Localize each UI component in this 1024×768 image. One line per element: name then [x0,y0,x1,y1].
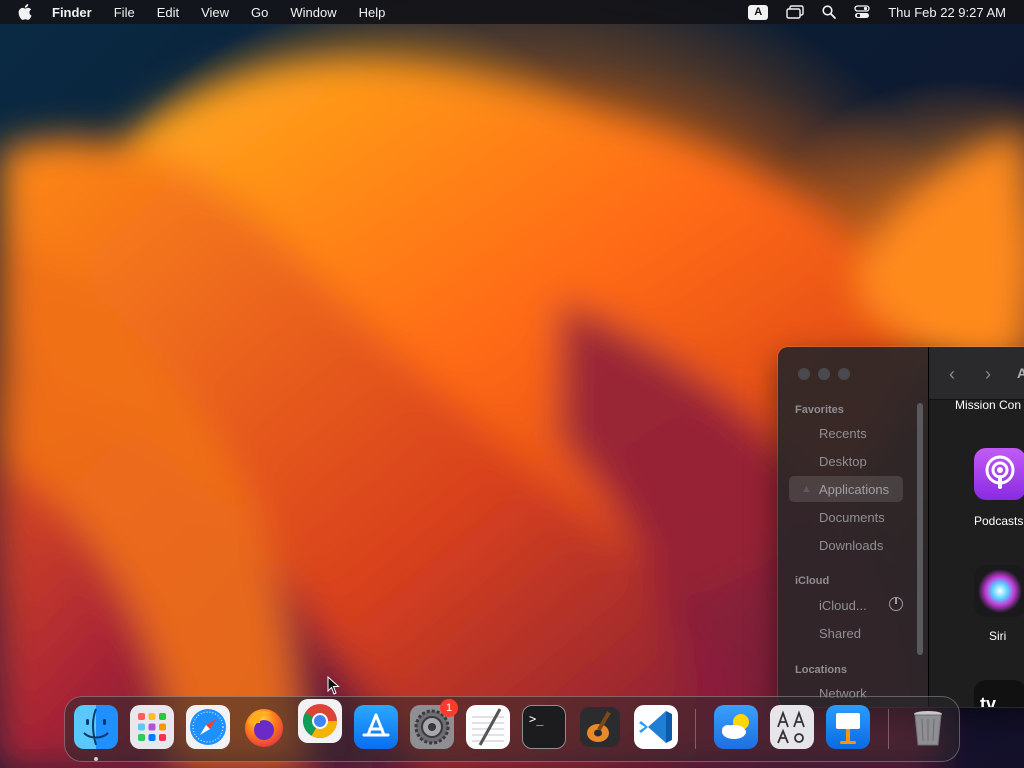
icloud-sync-progress-icon [889,597,903,611]
firefox-icon[interactable] [242,705,286,749]
notification-badge: 1 [440,699,458,717]
menu-view[interactable]: View [201,5,229,20]
weather-icon[interactable] [714,705,758,749]
app-label-siri[interactable]: Siri [989,629,1006,643]
chrome-icon[interactable] [298,699,342,743]
podcasts-app-icon[interactable] [974,448,1024,500]
menu-help[interactable]: Help [359,5,386,20]
siri-app-icon[interactable] [974,565,1024,617]
window-controls [798,368,858,380]
sidebar-item-label: Shared [819,625,861,641]
dock: 1 >_ [64,696,960,762]
menu-app-finder[interactable]: Finder [52,5,92,20]
app-label-mission-control[interactable]: Mission Con [955,398,1021,412]
finder-content: ‹ › A Mission Con Podcasts Siri tv TV [928,347,1024,707]
menu-go[interactable]: Go [251,5,268,20]
safari-icon[interactable] [186,705,230,749]
sidebar-item-recents[interactable]: Recents [789,420,903,446]
font-book-icon[interactable] [770,705,814,749]
trash-icon[interactable] [906,705,950,749]
close-window-button[interactable] [798,368,810,380]
terminal-prompt-glyph: >_ [529,712,544,726]
sidebar-heading-locations: Locations [795,664,847,676]
dock-separator [888,709,889,749]
menu-file[interactable]: File [114,5,135,20]
menubar-clock[interactable]: Thu Feb 22 9:27 AM [888,5,1006,20]
apple-menu-icon[interactable] [18,4,34,20]
sidebar-item-documents[interactable]: Documents [789,504,903,530]
vscode-icon[interactable] [634,705,678,749]
garageband-icon[interactable] [578,705,622,749]
finder-toolbar: ‹ › A [929,347,1024,400]
system-settings-icon[interactable]: 1 [410,699,458,749]
applications-icon: ▲ [801,483,812,495]
menu-bar: Finder File Edit View Go Window Help A T… [0,0,1024,24]
sidebar-scrollbar[interactable] [917,403,923,655]
tv-app-glyph: tv [980,694,997,707]
sidebar-heading-icloud: iCloud [795,575,830,587]
sidebar-item-applications[interactable]: ▲ Applications [789,476,903,502]
sidebar-item-label: Recents [819,425,867,441]
textedit-icon[interactable] [466,705,510,749]
mouse-cursor-icon [327,676,340,695]
dock-separator [695,709,696,749]
spotlight-search-icon[interactable] [822,5,837,19]
control-center-icon[interactable] [854,5,870,19]
sidebar-item-label: Desktop [819,453,867,469]
input-source-icon[interactable]: A [748,4,769,20]
back-button[interactable]: ‹ [949,364,955,385]
keynote-icon[interactable] [826,705,870,749]
terminal-icon[interactable]: >_ [522,705,566,749]
sidebar-item-downloads[interactable]: Downloads [789,532,903,558]
window-title: A [1017,365,1024,381]
sidebar-item-desktop[interactable]: Desktop [789,448,903,474]
app-store-icon[interactable] [354,705,398,749]
launchpad-icon[interactable] [130,705,174,749]
sidebar-item-label: Documents [819,509,885,525]
menu-window[interactable]: Window [290,5,336,20]
sidebar-item-label: iCloud... [819,597,867,613]
sidebar-item-icloud-drive[interactable]: iCloud... [789,592,903,618]
sidebar-heading-favorites: Favorites [795,404,844,416]
sidebar-item-label: Downloads [819,537,884,553]
sidebar-item-shared[interactable]: Shared [789,620,903,646]
finder-icon[interactable] [74,705,118,749]
tv-app-icon[interactable]: tv [974,680,1024,707]
finder-sidebar: Favorites Recents Desktop ▲ Applications… [778,347,928,707]
finder-running-indicator [94,757,98,761]
zoom-window-button[interactable] [838,368,850,380]
screen-mirroring-icon[interactable] [786,5,804,19]
app-label-podcasts[interactable]: Podcasts [974,514,1023,528]
finder-window[interactable]: Favorites Recents Desktop ▲ Applications… [778,347,1024,707]
menu-edit[interactable]: Edit [157,5,179,20]
sidebar-item-label: Applications [819,481,890,497]
minimize-window-button[interactable] [818,368,830,380]
forward-button[interactable]: › [985,364,991,385]
